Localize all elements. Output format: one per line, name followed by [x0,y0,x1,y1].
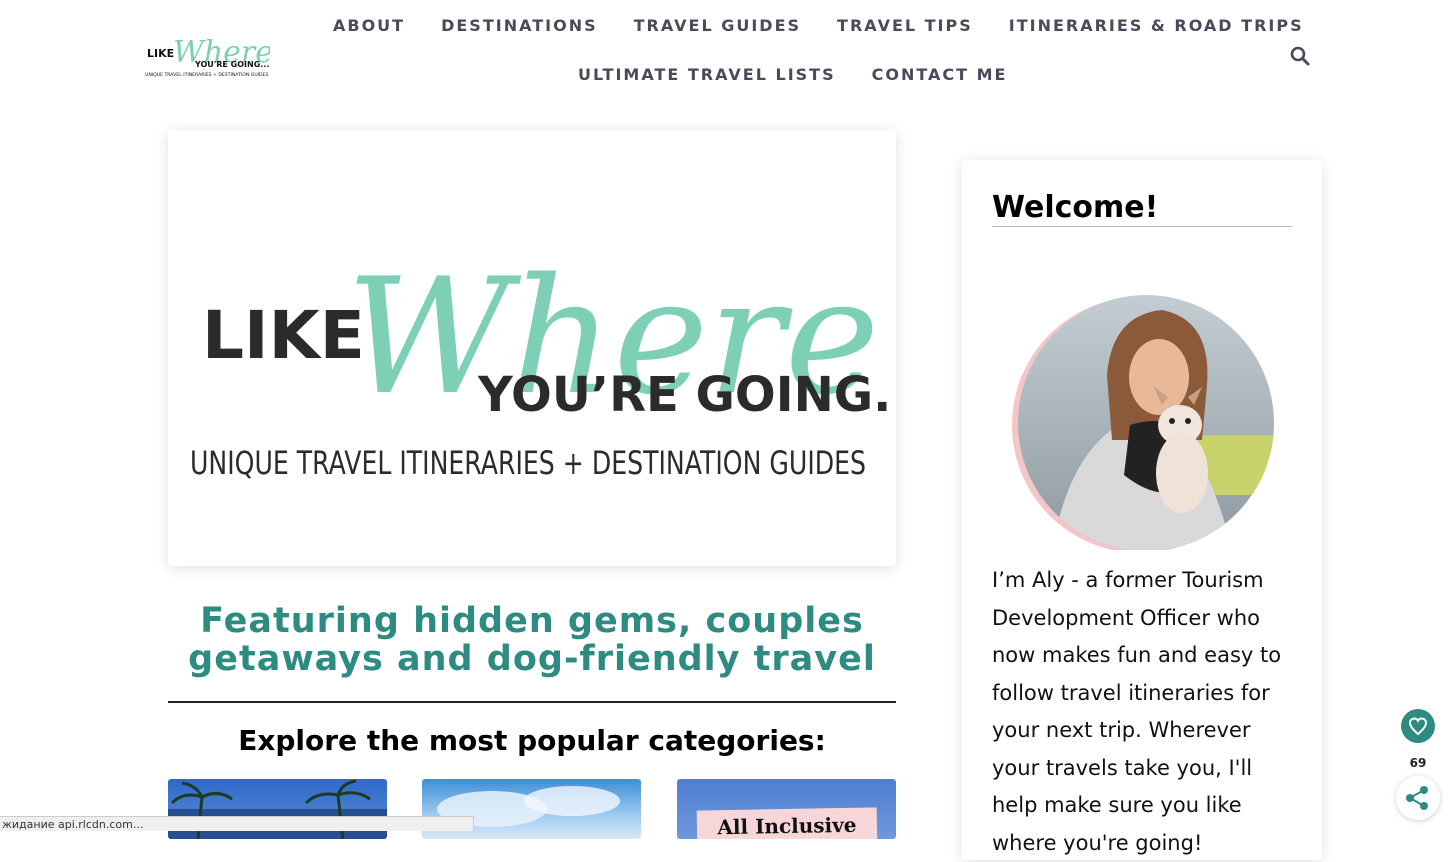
sidebar-title: Welcome! [992,190,1159,225]
nav-contact-me[interactable]: CONTACT ME [854,65,1026,85]
search-button[interactable] [1289,45,1311,67]
category-card-3[interactable]: All Inclusive [677,779,896,839]
nav-travel-guides[interactable]: TRAVEL GUIDES [616,16,819,36]
site-logo[interactable]: LIKE Where YOU'RE GOING... UNIQUE TRAVEL… [145,26,270,82]
nav-itineraries-road-trips[interactable]: ITINERARIES & ROAD TRIPS [991,16,1322,36]
hero-logo-card: LIKE Where YOU’RE GOING... UNIQUE TRAVEL… [168,130,896,566]
tagline-line-1: Featuring hidden gems, couples [200,601,864,641]
sidebar-title-rule [992,226,1292,227]
site-tagline: Featuring hidden gems, couples getaways … [168,602,896,678]
explore-heading: Explore the most popular categories: [238,724,826,757]
search-icon [1290,46,1310,66]
logo-like-text: LIKE [147,47,174,60]
nav-about[interactable]: ABOUT [315,16,423,36]
section-divider [168,701,896,703]
browser-status-bar: жидание api.rlcdn.com... [0,816,474,831]
heart-icon [1408,717,1428,736]
hero-subtitle-text: UNIQUE TRAVEL ITINERARIES + DESTINATION … [190,444,866,482]
logo-tagline-text: UNIQUE TRAVEL ITINERARIES + DESTINATION … [145,72,268,78]
nav-destinations[interactable]: DESTINATIONS [423,16,616,36]
share-button[interactable] [1396,776,1440,820]
sidebar-welcome-widget: Welcome! I’m Aly - a former Tourism Deve… [962,160,1322,860]
tagline-line-2: getaways and dog-friendly travel [188,639,876,679]
main-nav-row-2: ULTIMATE TRAVEL LISTS CONTACT ME [560,65,1025,85]
share-count: 69 [1409,756,1427,770]
main-nav-row-1: ABOUT DESTINATIONS TRAVEL GUIDES TRAVEL … [315,16,1322,36]
hero-going-text: YOU’RE GOING... [477,367,896,423]
save-heart-button[interactable] [1401,709,1435,743]
category-card-3-label: All Inclusive [696,807,878,839]
author-bio: I’m Aly - a former Tourism Development O… [992,568,1282,855]
share-icon [1406,786,1428,810]
nav-ultimate-travel-lists[interactable]: ULTIMATE TRAVEL LISTS [560,65,854,85]
author-avatar [1012,265,1282,553]
nav-travel-tips[interactable]: TRAVEL TIPS [819,16,991,36]
logo-going-text: YOU'RE GOING... [194,60,269,69]
hero-like-text: LIKE [202,297,365,374]
